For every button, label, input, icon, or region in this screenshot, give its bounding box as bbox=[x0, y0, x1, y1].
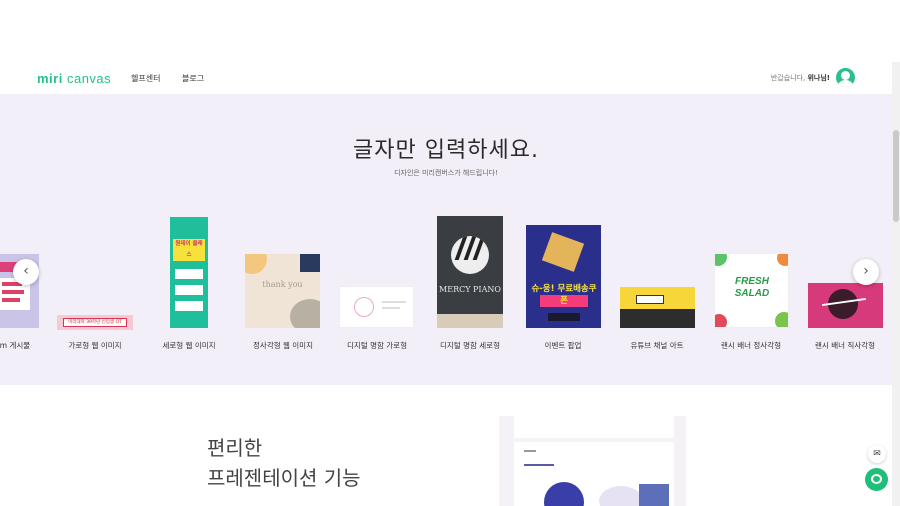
chevron-left-icon[interactable]: ‹ bbox=[13, 259, 39, 285]
page-scrollbar[interactable] bbox=[892, 62, 900, 506]
top-blank-area bbox=[0, 0, 900, 62]
template-label[interactable]: 랜시 배너 정사각형 bbox=[706, 340, 796, 351]
miricanvas-logo[interactable]: miri canvas bbox=[37, 71, 111, 86]
template-label[interactable]: 디지털 명함 가로형 bbox=[332, 340, 422, 351]
template-card-horizontal-web[interactable]: 미리대학 39학년 신입생 OT bbox=[57, 315, 133, 330]
template-card-banner-square[interactable]: FRESH SALAD bbox=[714, 253, 789, 328]
hero-subtitle: 디자인은 미리캔버스가 해드립니다! bbox=[394, 169, 498, 177]
template-label[interactable]: 디지털 명함 세로형 bbox=[425, 340, 515, 351]
nav-help-center[interactable]: 헬프센터 bbox=[131, 73, 160, 84]
nav-blog[interactable]: 블로그 bbox=[182, 73, 204, 84]
template-label[interactable]: 세로형 웹 이미지 bbox=[144, 340, 234, 351]
user-avatar-icon[interactable] bbox=[836, 68, 855, 87]
template-card-event-popup[interactable]: 슈-웅! 무료배송쿠폰 bbox=[526, 225, 601, 328]
hero-title: 글자만 입력하세요. bbox=[353, 138, 539, 163]
piano-keys-image bbox=[451, 236, 489, 274]
template-card-vertical-web[interactable]: 원데이 클래스 bbox=[170, 217, 208, 328]
template-label[interactable]: 유튜브 채널 아트 bbox=[612, 340, 702, 351]
chat-icon[interactable] bbox=[865, 468, 888, 491]
hero-section: 글자만 입력하세요. 디자인은 미리캔버스가 해드립니다! m 게시물 미리대학… bbox=[0, 94, 892, 385]
template-label[interactable]: 가로형 웹 이미지 bbox=[50, 340, 140, 351]
template-label[interactable]: 랜시 배너 직사각형 bbox=[800, 340, 890, 351]
template-card-namecard-horizontal[interactable] bbox=[339, 286, 414, 328]
feature-section: 편리한 프레젠테이션 기능 bbox=[0, 385, 892, 506]
scrollbar-thumb[interactable] bbox=[893, 130, 899, 222]
template-card-banner-rect[interactable] bbox=[808, 283, 883, 328]
site-header: miri canvas 헬프센터 블로그 반갑습니다, 위나님! bbox=[0, 62, 892, 94]
template-card-square-web[interactable]: thank you bbox=[245, 254, 320, 328]
feature-title-line2: 프레젠테이션 기능 bbox=[207, 466, 361, 490]
presentation-preview-image bbox=[499, 416, 686, 506]
mail-icon[interactable]: ✉ bbox=[868, 445, 886, 463]
feature-title-line1: 편리한 bbox=[207, 436, 263, 460]
template-card-namecard-vertical[interactable]: MERCY PIANO bbox=[437, 216, 503, 328]
template-label[interactable]: 정사각형 웹 이미지 bbox=[238, 340, 328, 351]
template-label[interactable]: 이벤트 팝업 bbox=[518, 340, 608, 351]
template-card-youtube-art[interactable] bbox=[620, 287, 695, 328]
welcome-text: 반갑습니다, 위나님! bbox=[770, 74, 830, 82]
chevron-right-icon[interactable]: › bbox=[853, 259, 879, 285]
